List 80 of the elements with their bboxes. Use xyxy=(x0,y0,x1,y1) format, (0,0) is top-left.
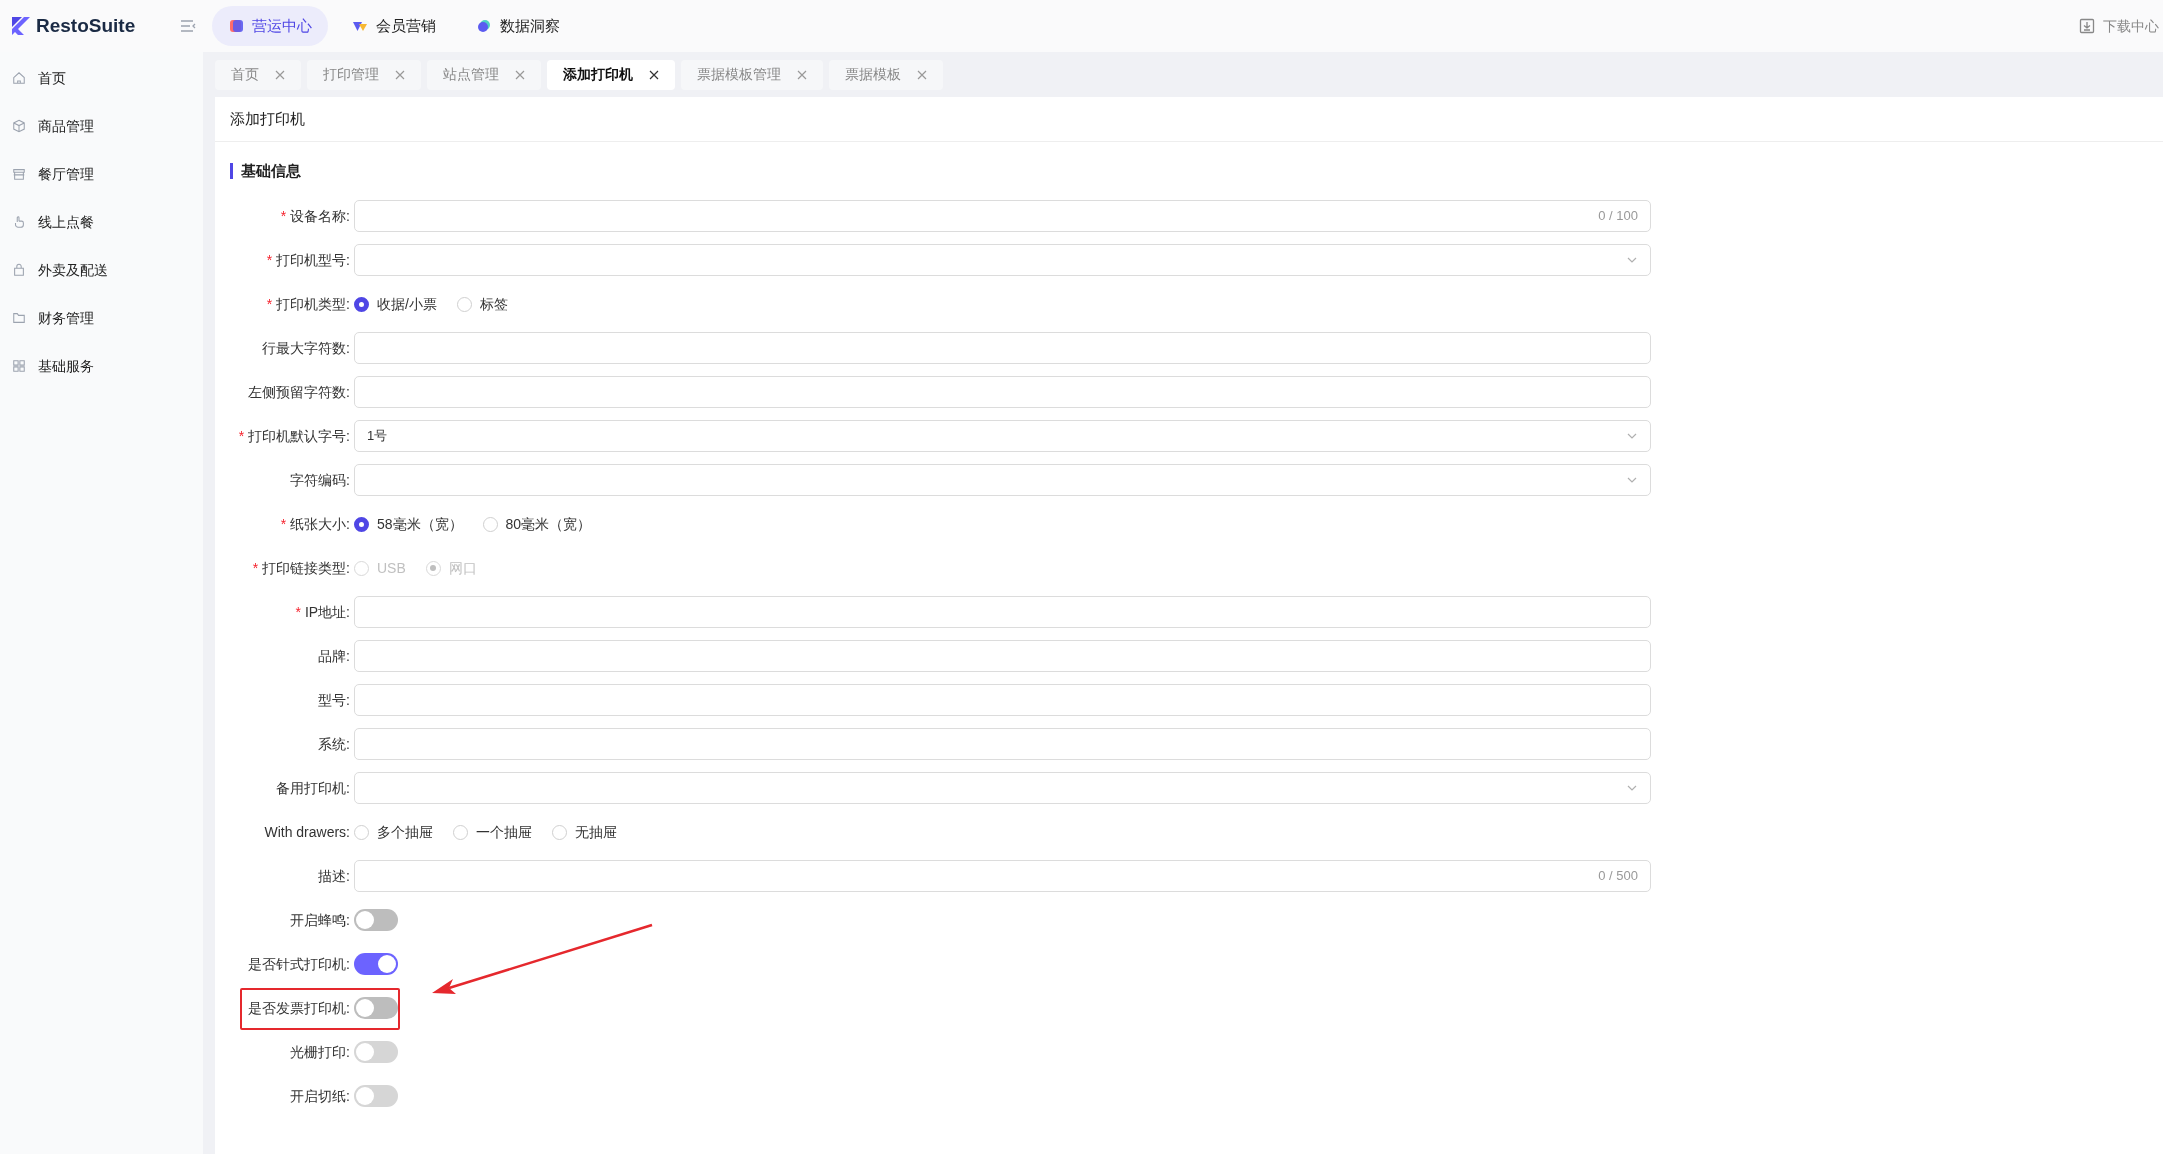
select-field[interactable]: 1号 xyxy=(354,420,1651,452)
download-icon xyxy=(2079,18,2095,34)
section-accent-bar xyxy=(230,163,233,179)
toggle-switch[interactable] xyxy=(354,953,398,975)
bubble-icon xyxy=(476,18,492,34)
cube-icon xyxy=(12,119,26,133)
page-title: 添加打印机 xyxy=(230,108,305,129)
field-label: 描述: xyxy=(318,866,350,886)
field-label: 打印机默认字号: xyxy=(248,426,350,446)
required-asterisk: * xyxy=(252,558,259,578)
logo-icon xyxy=(10,15,32,37)
hand-pointer-icon xyxy=(12,215,26,229)
sidebar-item[interactable]: 基础服务 xyxy=(38,355,94,377)
sidebar-item[interactable]: 餐厅管理 xyxy=(38,163,94,185)
page-tab[interactable]: 首页 xyxy=(215,59,301,90)
radio-option[interactable]: 标签 xyxy=(456,293,508,315)
page-tab[interactable]: 打印管理 xyxy=(307,59,421,90)
radio-button[interactable] xyxy=(354,296,369,312)
app-logo: RestoSuite xyxy=(36,13,136,38)
required-asterisk: * xyxy=(280,206,287,226)
nav-tab[interactable]: 会员营销 xyxy=(336,6,452,46)
field-label: 打印链接类型: xyxy=(262,558,350,578)
field-label: 设备名称: xyxy=(290,206,350,226)
field-label: 型号: xyxy=(318,690,350,710)
toggle-switch[interactable] xyxy=(354,997,398,1019)
field-label: 是否针式打印机: xyxy=(248,954,350,974)
field-label: 品牌: xyxy=(318,646,350,666)
input-field[interactable] xyxy=(354,640,1651,672)
required-asterisk: * xyxy=(280,514,287,534)
nav-tab[interactable]: 数据洞察 xyxy=(460,6,576,46)
field-label: 打印机型号: xyxy=(276,250,350,270)
radio-option[interactable]: 无抽屉 xyxy=(552,821,617,843)
field-label: 行最大字符数: xyxy=(262,338,350,358)
select-field[interactable] xyxy=(354,772,1651,804)
field-label: 左侧预留字符数: xyxy=(248,382,350,402)
required-asterisk: * xyxy=(238,426,245,446)
field-label: IP地址: xyxy=(304,602,350,622)
radio-option[interactable]: 58毫米（宽） xyxy=(354,513,463,535)
sidebar-item[interactable]: 线上点餐 xyxy=(38,211,94,233)
input-field[interactable] xyxy=(354,596,1651,628)
radio-option[interactable]: 80毫米（宽） xyxy=(482,513,592,535)
input-field[interactable] xyxy=(354,728,1651,760)
sidebar-item[interactable]: 财务管理 xyxy=(38,307,94,329)
input-field[interactable] xyxy=(354,684,1651,716)
field-label: 系统: xyxy=(318,734,350,754)
sidebar-item[interactable]: 外卖及配送 xyxy=(38,259,108,281)
select-field[interactable] xyxy=(354,464,1651,496)
section-title: 基础信息 xyxy=(241,160,301,181)
grid-icon xyxy=(12,359,26,373)
toggle-switch[interactable] xyxy=(354,909,398,931)
radio-option[interactable]: 一个抽屉 xyxy=(453,821,532,843)
nav-tab[interactable]: 营运中心 xyxy=(212,6,328,46)
required-asterisk: * xyxy=(266,294,273,314)
radio-option[interactable]: 多个抽屉 xyxy=(354,821,433,843)
field-label: 纸张大小: xyxy=(290,514,350,534)
home-icon xyxy=(12,71,26,85)
radio-option[interactable]: 收据/小票 xyxy=(354,293,437,315)
radio-button[interactable] xyxy=(354,516,369,532)
folder-icon xyxy=(12,311,26,325)
field-label: 光栅打印: xyxy=(290,1042,350,1062)
store-icon xyxy=(12,167,26,181)
field-label: 开启蜂鸣: xyxy=(290,910,350,930)
download-center-link[interactable]: 下载中心 xyxy=(2103,15,2159,37)
field-label: 字符编码: xyxy=(290,470,350,490)
field-label: With drawers: xyxy=(264,822,350,842)
required-asterisk: * xyxy=(266,250,273,270)
menu-collapse-icon[interactable] xyxy=(180,19,196,33)
field-label: 开启切纸: xyxy=(290,1086,350,1106)
field-label: 打印机类型: xyxy=(276,294,350,314)
close-icon[interactable] xyxy=(649,69,659,80)
input-field[interactable] xyxy=(354,376,1651,408)
bag-icon xyxy=(12,263,26,277)
field-label: 是否发票打印机: xyxy=(248,998,350,1018)
select-field[interactable] xyxy=(354,244,1651,276)
sidebar-item[interactable]: 首页 xyxy=(38,67,66,89)
page-tab[interactable]: 添加打印机 xyxy=(547,59,675,90)
input-field[interactable] xyxy=(354,332,1651,364)
required-asterisk: * xyxy=(295,602,301,622)
sidebar-item[interactable]: 商品管理 xyxy=(38,115,94,137)
field-label: 备用打印机: xyxy=(276,778,350,798)
